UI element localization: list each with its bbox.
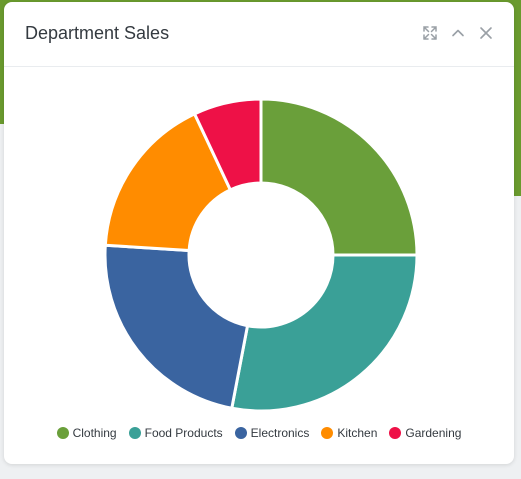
slice-clothing[interactable] (259, 97, 419, 257)
legend-label: Electronics (250, 426, 310, 440)
department-sales-card: Department Sales Clothing Food Products El… (4, 2, 514, 464)
legend-item-food-products[interactable]: Food Products (128, 426, 223, 440)
legend-marker (234, 427, 247, 439)
legend-item-kitchen[interactable]: Kitchen (321, 426, 377, 440)
expand-icon[interactable] (422, 25, 438, 41)
legend-marker (56, 427, 69, 439)
card-header: Department Sales (4, 2, 514, 67)
legend-item-electronics[interactable]: Electronics (234, 426, 310, 440)
slice-food-products[interactable] (230, 253, 419, 413)
chart-legend: Clothing Food Products Electronics Kitchen G… (4, 426, 514, 440)
legend-label: Kitchen (337, 426, 378, 440)
legend-marker (128, 427, 141, 439)
donut-chart (103, 97, 419, 413)
chart-area (4, 67, 514, 427)
card-title: Department Sales (25, 23, 170, 43)
chevron-up-icon[interactable] (450, 25, 466, 41)
legend-label: Gardening (405, 426, 462, 440)
close-icon[interactable] (478, 25, 494, 41)
legend-item-gardening[interactable]: Gardening (389, 426, 461, 440)
legend-marker (389, 427, 402, 439)
legend-label: Food Products (144, 426, 223, 440)
legend-item-clothing[interactable]: Clothing (56, 426, 117, 440)
side-background (513, 0, 521, 196)
card-tools (422, 25, 494, 41)
legend-label: Clothing (72, 426, 117, 440)
legend-marker (321, 427, 334, 439)
slice-electronics[interactable] (103, 243, 250, 410)
